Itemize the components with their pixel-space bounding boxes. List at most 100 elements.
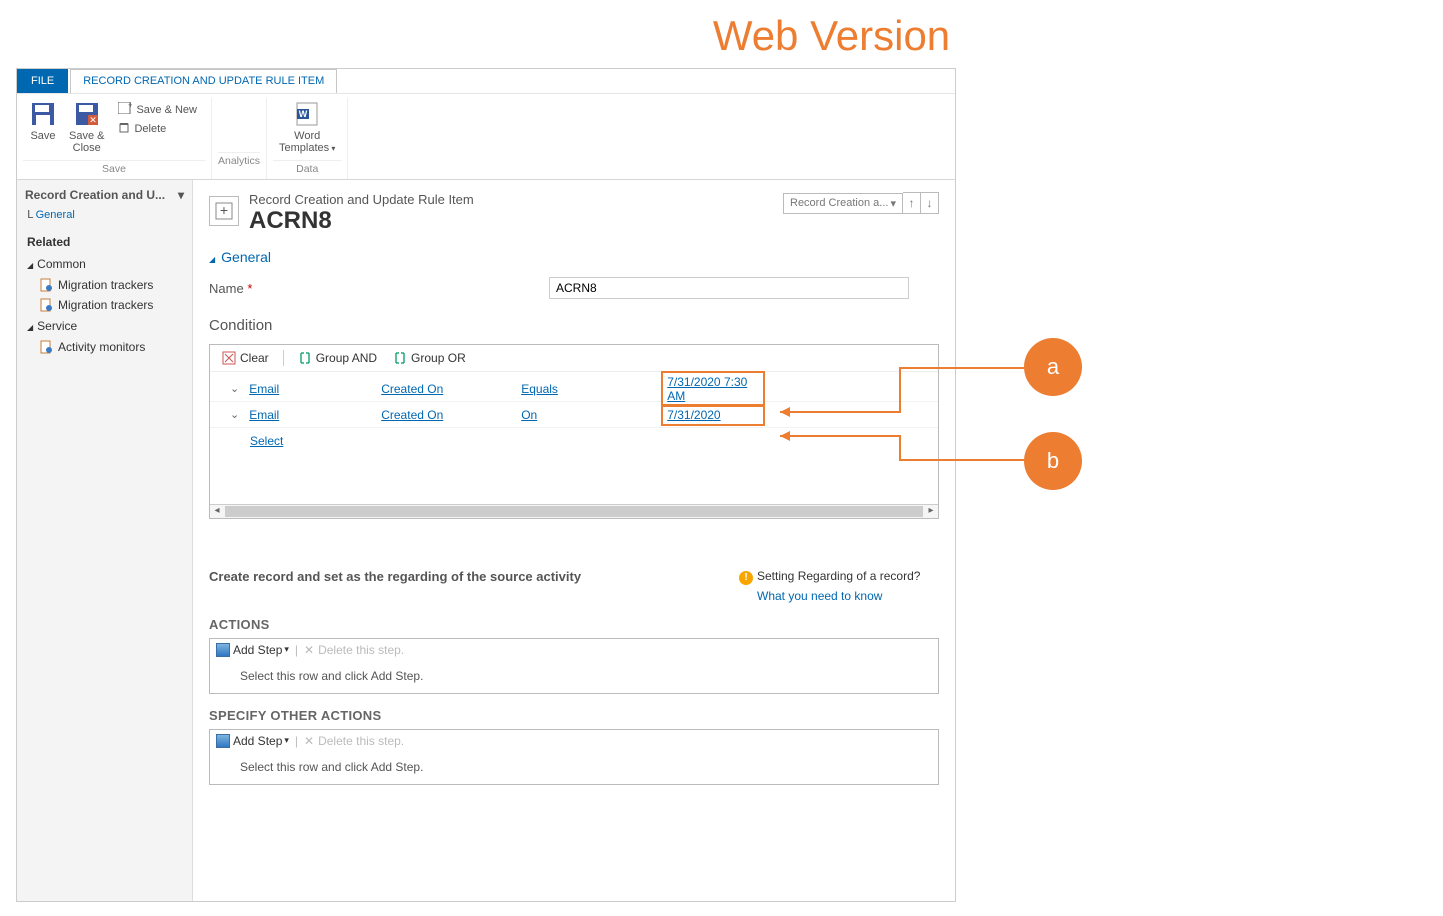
breadcrumb[interactable]: Record Creation and U... ▾ xyxy=(17,184,192,206)
floppy-icon xyxy=(29,100,57,128)
document-icon xyxy=(39,278,53,292)
save-label: Save xyxy=(30,130,55,142)
actions-box: Add Step▾ | ✕Delete this step. Select th… xyxy=(209,638,939,694)
group-label-save: Save xyxy=(23,160,205,177)
cond-operator[interactable]: On xyxy=(521,408,661,422)
add-step-icon xyxy=(216,734,230,748)
chevron-down-icon: ▾ xyxy=(178,188,184,202)
svg-text:✕: ✕ xyxy=(89,115,97,125)
condition-heading: Condition xyxy=(209,317,939,334)
sidebar: Record Creation and U... ▾ LGeneral Rela… xyxy=(17,180,193,901)
sidebar-item-activity-monitors[interactable]: Activity monitors xyxy=(17,337,192,357)
cond-attribute[interactable]: Created On xyxy=(381,408,521,422)
chevron-down-icon: ▾ xyxy=(284,735,289,746)
sidebar-common-heading[interactable]: Common xyxy=(17,253,192,275)
field-name-row: Name * xyxy=(209,277,939,299)
delete-step-button: ✕Delete this step. xyxy=(304,734,404,748)
group-label-analytics: Analytics xyxy=(218,152,260,169)
delete-button[interactable]: Delete xyxy=(114,119,201,138)
svg-text:+: + xyxy=(128,102,132,110)
bracket-and-icon xyxy=(298,351,312,365)
specify-heading: SPECIFY OTHER ACTIONS xyxy=(209,708,939,723)
nav-up-button[interactable]: ↑ xyxy=(903,192,921,214)
sidebar-service-heading[interactable]: Service xyxy=(17,315,192,337)
ribbon-group-save: Save ✕ Save & Close + Save & New Delet xyxy=(17,98,212,179)
cond-value-b[interactable]: 7/31/2020 xyxy=(667,408,720,422)
sidebar-related-heading: Related xyxy=(17,223,192,253)
sidebar-item-migration-trackers-1[interactable]: Migration trackers xyxy=(17,275,192,295)
save-new-button[interactable]: + Save & New xyxy=(114,100,201,119)
document-icon xyxy=(39,298,53,312)
scroll-left-icon[interactable]: ◂ xyxy=(210,505,224,518)
condition-hscrollbar[interactable]: ◂ ▸ xyxy=(210,504,938,518)
form-header: + Record Creation and Update Rule Item A… xyxy=(193,180,955,241)
delete-label: Delete xyxy=(134,123,166,135)
sidebar-general-link[interactable]: LGeneral xyxy=(17,206,192,223)
annotation-line-b xyxy=(780,430,1040,470)
ribbon-tabs: FILE RECORD CREATION AND UPDATE RULE ITE… xyxy=(17,69,955,94)
sidebar-item-label: Activity monitors xyxy=(58,340,145,354)
specify-hint[interactable]: Select this row and click Add Step. xyxy=(210,752,938,784)
close-icon: ✕ xyxy=(304,734,314,748)
scroll-right-icon[interactable]: ▸ xyxy=(924,505,938,518)
save-new-icon: + xyxy=(118,102,132,117)
actions-hint[interactable]: Select this row and click Add Step. xyxy=(210,661,938,693)
cond-operator[interactable]: Equals xyxy=(521,382,661,396)
tab-rule-item[interactable]: RECORD CREATION AND UPDATE RULE ITEM xyxy=(70,69,337,93)
form-selector-dropdown[interactable]: Record Creation a...▾ xyxy=(783,193,903,214)
ribbon-group-data: W Word Templates ▾ Data xyxy=(267,98,348,179)
form-scroll-area[interactable]: General Name * Condition Clear xyxy=(193,241,955,901)
chevron-down-icon: ▾ xyxy=(284,644,289,655)
app-window: FILE RECORD CREATION AND UPDATE RULE ITE… xyxy=(16,68,956,902)
document-icon xyxy=(39,340,53,354)
form-type-icon: + xyxy=(209,196,239,226)
annotation-line-a xyxy=(780,362,1040,422)
body: Record Creation and U... ▾ LGeneral Rela… xyxy=(17,180,955,901)
cond-attribute[interactable]: Created On xyxy=(381,382,521,396)
regarding-heading: Create record and set as the regarding o… xyxy=(209,569,739,584)
tab-file[interactable]: FILE xyxy=(17,69,68,93)
svg-text:W: W xyxy=(299,109,308,119)
cond-value-a[interactable]: 7/31/2020 7:30 AM xyxy=(667,375,747,403)
save-close-label: Save & Close xyxy=(69,130,104,154)
delete-step-button: ✕Delete this step. xyxy=(304,643,404,657)
floppy-close-icon: ✕ xyxy=(73,100,101,128)
add-step-button[interactable]: Add Step▾ xyxy=(216,734,289,748)
scroll-track[interactable] xyxy=(225,506,923,517)
group-label-data: Data xyxy=(273,160,341,177)
save-button[interactable]: Save xyxy=(23,98,63,144)
sidebar-item-migration-trackers-2[interactable]: Migration trackers xyxy=(17,295,192,315)
chevron-down-icon[interactable]: ⌄ xyxy=(230,408,239,421)
cond-entity[interactable]: Email xyxy=(249,408,381,422)
section-general[interactable]: General xyxy=(209,241,939,271)
breadcrumb-text: Record Creation and U... xyxy=(25,188,165,202)
group-or-button[interactable]: Group OR xyxy=(387,349,472,367)
divider: | xyxy=(295,734,298,748)
chevron-down-icon[interactable]: ⌄ xyxy=(230,382,239,395)
group-and-button[interactable]: Group AND xyxy=(292,349,383,367)
save-new-label: Save & New xyxy=(136,104,197,116)
nav-down-button[interactable]: ↓ xyxy=(921,192,939,214)
chevron-down-icon: ▾ xyxy=(890,197,896,210)
tip-link[interactable]: What you need to know xyxy=(757,589,939,603)
form-title: ACRN8 xyxy=(249,207,474,235)
tip-heading: Setting Regarding of a record? xyxy=(757,569,920,583)
content: + Record Creation and Update Rule Item A… xyxy=(193,180,955,901)
cond-entity[interactable]: Email xyxy=(249,382,381,396)
regarding-row: Create record and set as the regarding o… xyxy=(209,569,939,603)
clear-button[interactable]: Clear xyxy=(216,349,275,367)
word-icon: W xyxy=(293,100,321,128)
word-templates-button[interactable]: W Word Templates ▾ xyxy=(273,98,341,156)
name-input[interactable] xyxy=(549,277,909,299)
svg-text:+: + xyxy=(220,202,228,218)
sidebar-item-label: Migration trackers xyxy=(58,298,153,312)
add-step-button[interactable]: Add Step▾ xyxy=(216,643,289,657)
bracket-or-icon xyxy=(393,351,407,365)
add-step-icon xyxy=(216,643,230,657)
divider xyxy=(283,350,284,366)
regarding-tip: !Setting Regarding of a record? What you… xyxy=(739,569,939,603)
overlay-title: Web Version xyxy=(0,12,1443,60)
form-subtype: Record Creation and Update Rule Item xyxy=(249,192,474,207)
ribbon: Save ✕ Save & Close + Save & New Delet xyxy=(17,94,955,180)
save-close-button[interactable]: ✕ Save & Close xyxy=(63,98,110,156)
